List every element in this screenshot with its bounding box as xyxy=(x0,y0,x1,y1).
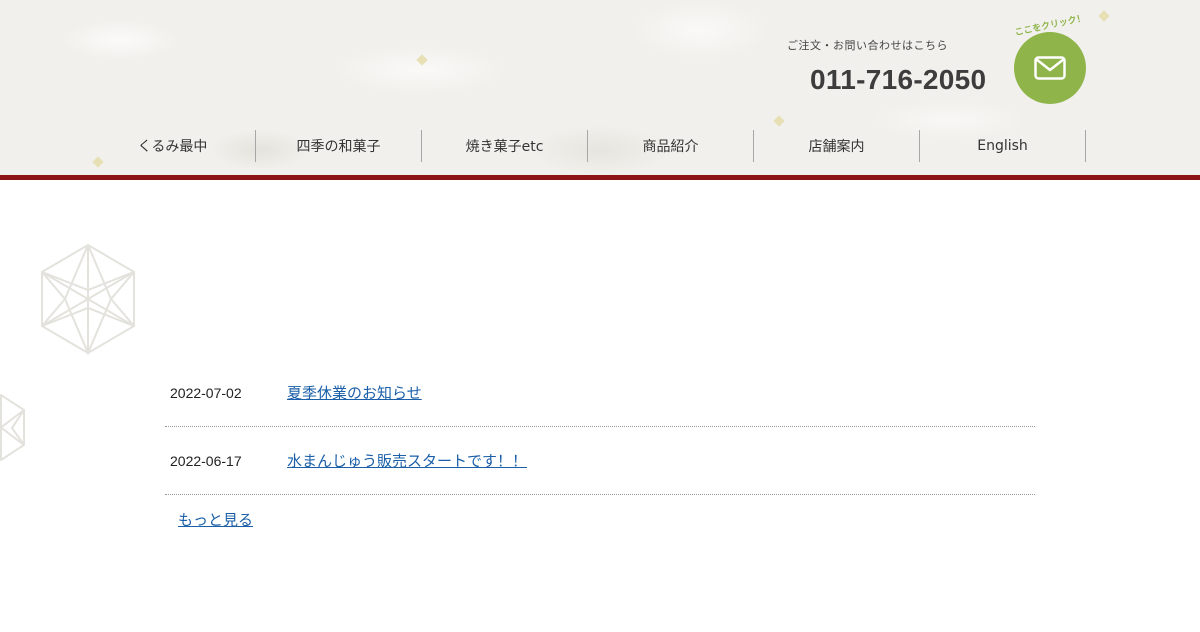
news-item: 2022-06-17 水まんじゅう販売スタートです！！ xyxy=(165,427,1035,495)
contact-caption: ご注文・お問い合わせはこちら xyxy=(787,39,948,52)
nav-item-baked-goods[interactable]: 焼き菓子etc xyxy=(422,130,588,162)
decorative-square xyxy=(1098,10,1110,22)
decorative-square xyxy=(773,115,785,127)
asanoha-pattern-icon xyxy=(0,393,25,462)
news-item: 2022-07-02 夏季休業のお知らせ xyxy=(165,359,1035,427)
news-title-link[interactable]: 水まんじゅう販売スタートです！！ xyxy=(287,450,527,471)
nav-item-seasonal-wagashi[interactable]: 四季の和菓子 xyxy=(256,130,422,162)
phone-number[interactable]: 011-716-2050 xyxy=(810,64,986,96)
news-date: 2022-06-17 xyxy=(170,452,242,469)
header-divider-bar xyxy=(0,175,1200,180)
news-list: 2022-07-02 夏季休業のお知らせ 2022-06-17 水まんじゅう販売… xyxy=(165,359,1035,495)
site-header: ご注文・お問い合わせはこちら 011-716-2050 ここをクリック！ くるみ… xyxy=(0,0,1200,175)
nav-item-store-info[interactable]: 店舗案内 xyxy=(754,130,920,162)
contact-mail-button[interactable] xyxy=(1014,32,1086,104)
asanoha-pattern-icon xyxy=(41,243,135,355)
news-date: 2022-07-02 xyxy=(170,384,242,401)
news-title-link[interactable]: 夏季休業のお知らせ xyxy=(287,382,422,403)
global-nav: くるみ最中 四季の和菓子 焼き菓子etc 商品紹介 店舗案内 English xyxy=(90,130,1086,162)
nav-item-english[interactable]: English xyxy=(920,130,1086,162)
envelope-icon xyxy=(1034,56,1066,80)
decorative-square xyxy=(416,54,428,66)
nav-item-kurumi-monaka[interactable]: くるみ最中 xyxy=(90,130,256,162)
nav-item-products[interactable]: 商品紹介 xyxy=(588,130,754,162)
more-news-link[interactable]: もっと見る xyxy=(178,509,253,530)
